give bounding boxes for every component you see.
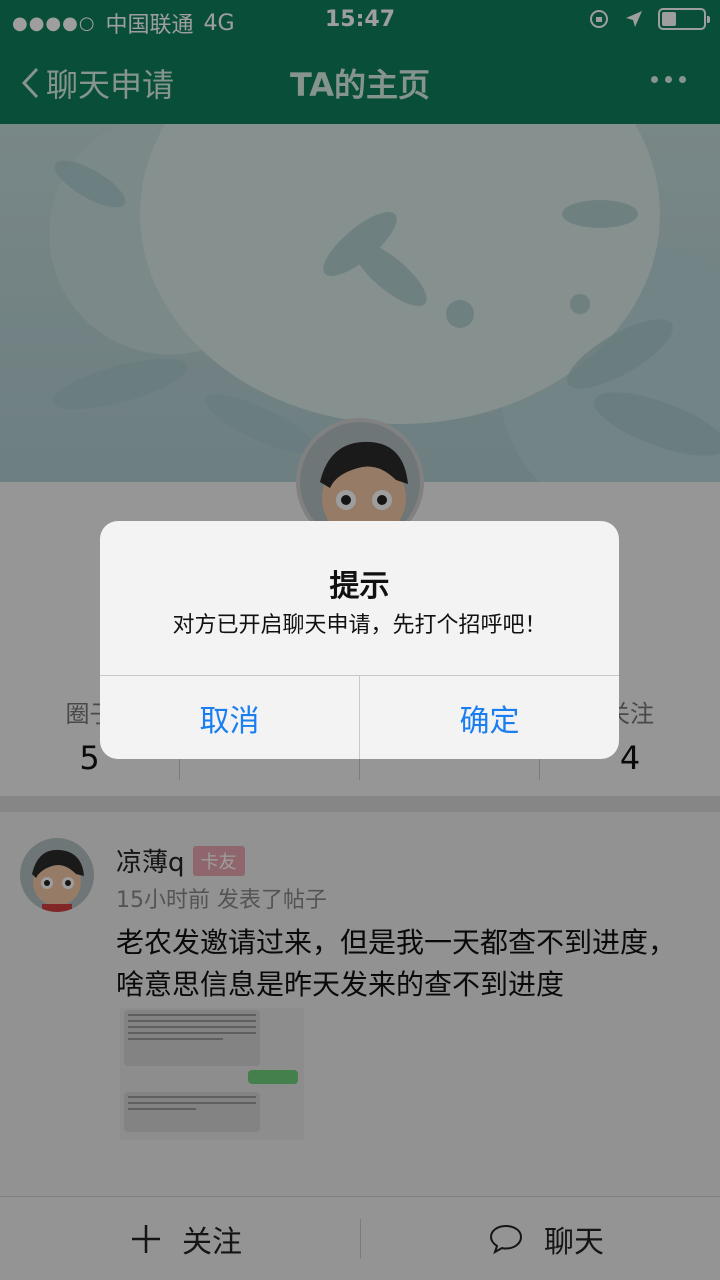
cancel-button[interactable]: 取消 bbox=[100, 676, 360, 759]
dialog-message: 对方已开启聊天申请，先打个招呼吧！ bbox=[172, 613, 547, 638]
alert-dialog: 提示 对方已开启聊天申请，先打个招呼吧！ 取消 确定 bbox=[100, 521, 619, 759]
dialog-title: 提示 bbox=[329, 569, 390, 604]
confirm-button[interactable]: 确定 bbox=[360, 676, 619, 759]
